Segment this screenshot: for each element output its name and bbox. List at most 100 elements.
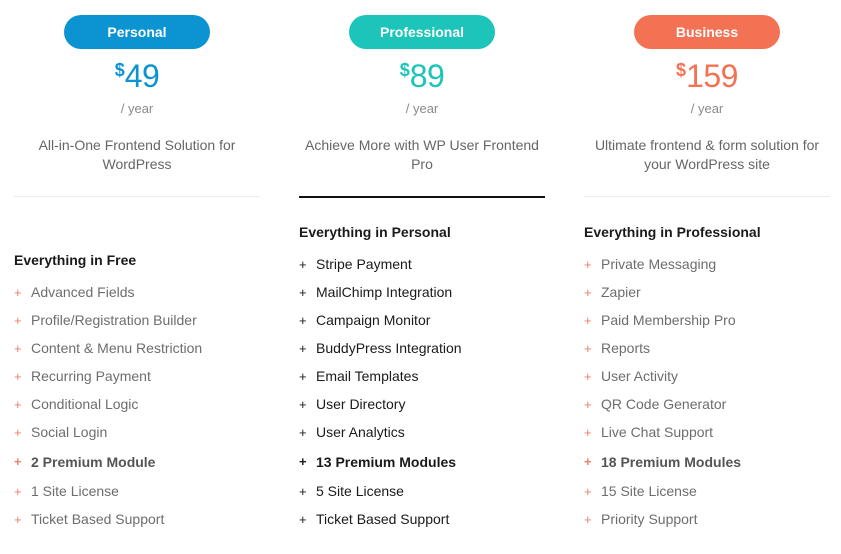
feature-item: + Priority Support bbox=[584, 505, 830, 533]
feature-label: Conditional Logic bbox=[31, 396, 139, 412]
plus-icon: + bbox=[14, 312, 22, 328]
billing-period: / year bbox=[120, 101, 154, 116]
plan-description: Achieve More with WP User Frontend Pro bbox=[305, 137, 539, 172]
features-title: Everything in Professional bbox=[584, 224, 761, 240]
plus-icon: + bbox=[584, 396, 592, 412]
feature-item: + Campaign Monitor bbox=[299, 306, 545, 334]
plan-header: Personal $49 / year All-in-One Frontend … bbox=[14, 15, 260, 197]
plan-divider bbox=[299, 196, 545, 198]
currency-symbol: $ bbox=[114, 60, 125, 80]
feature-item: + Zapier bbox=[584, 278, 830, 306]
feature-label: Zapier bbox=[601, 284, 641, 300]
feature-item: + Paid Membership Pro bbox=[584, 306, 830, 334]
feature-label: 13 Premium Modules bbox=[316, 453, 457, 470]
feature-item: + BuddyPress Integration bbox=[299, 334, 545, 362]
feature-item: + Social Login bbox=[14, 418, 260, 446]
plan-name-button[interactable]: Personal bbox=[64, 15, 210, 49]
pricing-plan-personal: Personal $49 / year All-in-One Frontend … bbox=[14, 0, 260, 527]
plan-header: Business $159 / year Ultimate frontend &… bbox=[584, 15, 830, 197]
plan-price: $159 bbox=[584, 59, 830, 93]
feature-label: MailChimp Integration bbox=[316, 284, 453, 300]
feature-label: Private Messaging bbox=[601, 256, 717, 272]
feature-label: Profile/Registration Builder bbox=[31, 312, 197, 328]
feature-item: + Advanced Fields bbox=[14, 278, 260, 306]
feature-label: 1 Site License bbox=[31, 483, 119, 499]
plus-icon: + bbox=[14, 483, 22, 499]
feature-label: Advanced Fields bbox=[31, 284, 135, 300]
feature-item: + Ticket Based Support bbox=[299, 505, 545, 533]
plus-icon: + bbox=[14, 340, 22, 356]
feature-label: User Analytics bbox=[316, 424, 405, 440]
feature-list: + Private Messaging + Zapier + Paid Membershi… bbox=[584, 250, 830, 533]
feature-label: 2 Premium Module bbox=[31, 453, 156, 470]
feature-label: Ticket Based Support bbox=[31, 511, 165, 527]
plan-features: Everything in Professional + Private Mess… bbox=[584, 222, 830, 533]
plus-icon: + bbox=[299, 424, 307, 440]
feature-label: Reports bbox=[601, 340, 651, 356]
pricing-plan-professional: Professional $89 / year Achieve More wit… bbox=[299, 0, 545, 527]
plus-icon: + bbox=[14, 368, 22, 384]
plus-icon: + bbox=[584, 312, 592, 328]
plan-features: Everything in Free + Advanced Fields + Prof… bbox=[14, 250, 260, 533]
feature-label: 18 Premium Modules bbox=[601, 453, 742, 470]
feature-item: + User Directory bbox=[299, 390, 545, 418]
feature-label: QR Code Generator bbox=[601, 396, 727, 412]
plan-name-button[interactable]: Business bbox=[634, 15, 780, 49]
plus-icon: + bbox=[584, 483, 592, 499]
feature-item: +1 Site License bbox=[14, 477, 260, 505]
price-amount: 49 bbox=[124, 58, 160, 94]
plus-icon: + bbox=[584, 511, 592, 527]
feature-item: + Live Chat Support bbox=[584, 418, 830, 446]
feature-label: Paid Membership Pro bbox=[601, 312, 736, 328]
billing-period: / year bbox=[405, 101, 439, 116]
feature-label: Ticket Based Support bbox=[316, 511, 450, 527]
plus-icon: + bbox=[584, 340, 592, 356]
feature-label: Stripe Payment bbox=[316, 256, 412, 272]
feature-label: Priority Support bbox=[601, 511, 698, 527]
plus-icon: + bbox=[299, 284, 307, 300]
feature-item: +5 Site License bbox=[299, 477, 545, 505]
feature-label: 15 Site License bbox=[601, 483, 697, 499]
currency-symbol: $ bbox=[399, 60, 410, 80]
feature-item: +13 Premium Modules bbox=[299, 446, 545, 477]
plus-icon: + bbox=[584, 454, 592, 469]
plus-icon: + bbox=[584, 424, 592, 440]
feature-label: Live Chat Support bbox=[601, 424, 714, 440]
feature-item: + Profile/Registration Builder bbox=[14, 306, 260, 334]
price-amount: 89 bbox=[409, 58, 445, 94]
plan-description: All-in-One Frontend Solution for WordPre… bbox=[38, 137, 236, 172]
pricing-plan-business: Business $159 / year Ultimate frontend &… bbox=[584, 0, 830, 527]
plus-icon: + bbox=[299, 312, 307, 328]
plus-icon: + bbox=[299, 511, 307, 527]
plan-header: Professional $89 / year Achieve More wit… bbox=[299, 15, 545, 198]
feature-item: + Email Templates bbox=[299, 362, 545, 390]
feature-label: Social Login bbox=[31, 424, 108, 440]
feature-item: + User Analytics bbox=[299, 418, 545, 446]
plus-icon: + bbox=[299, 454, 307, 469]
plus-icon: + bbox=[14, 454, 22, 469]
feature-item: + Private Messaging bbox=[584, 250, 830, 278]
plus-icon: + bbox=[14, 284, 22, 300]
feature-item: + User Activity bbox=[584, 362, 830, 390]
plus-icon: + bbox=[299, 483, 307, 499]
plan-features: Everything in Personal + Stripe Payment + M… bbox=[299, 222, 545, 533]
feature-item: + Reports bbox=[584, 334, 830, 362]
feature-item: + Content & Menu Restriction bbox=[14, 334, 260, 362]
plan-description: Ultimate frontend & form solution for yo… bbox=[594, 137, 820, 172]
plan-name-button[interactable]: Professional bbox=[349, 15, 495, 49]
feature-item: +15 Site License bbox=[584, 477, 830, 505]
plus-icon: + bbox=[14, 424, 22, 440]
feature-label: User Activity bbox=[601, 368, 679, 384]
plan-divider bbox=[14, 196, 260, 197]
feature-item: + QR Code Generator bbox=[584, 390, 830, 418]
features-title: Everything in Personal bbox=[299, 224, 451, 240]
plus-icon: + bbox=[299, 256, 307, 272]
feature-item: + MailChimp Integration bbox=[299, 278, 545, 306]
feature-label: Email Templates bbox=[316, 368, 419, 384]
plan-price: $89 bbox=[299, 59, 545, 93]
feature-label: User Directory bbox=[316, 396, 406, 412]
billing-period: / year bbox=[690, 101, 724, 116]
plus-icon: + bbox=[584, 368, 592, 384]
feature-list: + Advanced Fields + Profile/Registration Bu… bbox=[14, 278, 260, 533]
feature-label: Recurring Payment bbox=[31, 368, 151, 384]
